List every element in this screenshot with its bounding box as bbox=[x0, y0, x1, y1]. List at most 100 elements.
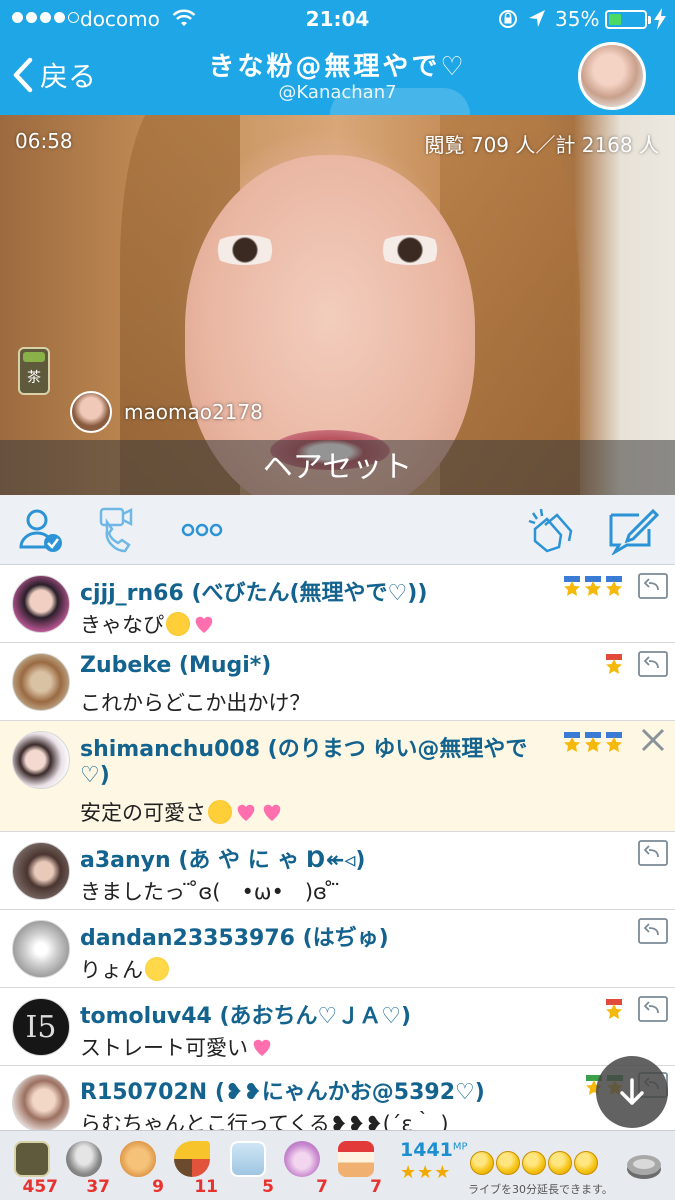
arrow-down-icon bbox=[620, 1078, 644, 1105]
tea-icon[interactable]: 茶 bbox=[18, 347, 50, 395]
more-button[interactable] bbox=[174, 503, 230, 557]
commenter-avatar[interactable] bbox=[12, 842, 70, 900]
penguin-icon bbox=[230, 1141, 266, 1177]
battery-percent: 35% bbox=[555, 7, 600, 31]
extend-coins[interactable] bbox=[470, 1151, 598, 1175]
commenter-avatar[interactable] bbox=[12, 920, 70, 978]
badge-star-icon bbox=[606, 999, 622, 1019]
cake-icon bbox=[338, 1141, 374, 1177]
reply-icon[interactable] bbox=[638, 840, 668, 866]
action-bar bbox=[0, 495, 675, 565]
commenter-name-line2: ♡) bbox=[80, 763, 110, 788]
reply-icon[interactable] bbox=[638, 918, 668, 944]
back-label: 戻る bbox=[40, 60, 97, 93]
clap-gift-icon bbox=[120, 1141, 156, 1177]
badge-star-icon bbox=[585, 732, 601, 752]
broadcaster-name: きな粉@無理やで♡ bbox=[208, 52, 467, 82]
applause-button[interactable] bbox=[524, 503, 580, 557]
gift-coin-stack[interactable]: 37 bbox=[58, 1137, 110, 1197]
comment-row[interactable]: cjjj_rn66 (べびたん(無理やで♡)) きゃなぴ bbox=[0, 565, 675, 643]
status-bar: docomo 21:04 35% bbox=[0, 0, 675, 38]
gift-penguin[interactable]: 5 bbox=[222, 1137, 274, 1197]
live-caption: ヘアセット bbox=[0, 440, 675, 495]
coin-icon bbox=[496, 1151, 520, 1175]
chevron-left-icon bbox=[13, 57, 33, 93]
tea-icon bbox=[14, 1141, 50, 1177]
scroll-to-latest-button[interactable] bbox=[596, 1056, 668, 1128]
commenter-name: R150702N (❥❥にゃんかお@5392♡) bbox=[80, 1080, 485, 1105]
gift-cake[interactable]: 7 bbox=[330, 1137, 382, 1197]
comment-row-highlighted[interactable]: shimanchu008 (のりまつ ゆい@無理やで ♡) 安定の可愛さ bbox=[0, 721, 675, 832]
reply-icon[interactable] bbox=[638, 573, 668, 599]
comment-list[interactable]: cjjj_rn66 (べびたん(無理やで♡)) きゃなぴ Zubeke (Mug… bbox=[0, 565, 675, 1130]
comment-text: これからどこか出かけ？ bbox=[80, 691, 311, 715]
collab-call-button[interactable] bbox=[94, 503, 150, 557]
heart-emoji bbox=[263, 804, 281, 821]
commenter-avatar[interactable] bbox=[12, 1074, 70, 1130]
comment-row[interactable]: dandan23353976 (はぢゅ) りょん bbox=[0, 910, 675, 988]
rank-badges bbox=[604, 998, 624, 1020]
commenter-name: dandan23353976 (はぢゅ) bbox=[80, 926, 389, 951]
heart-emoji bbox=[195, 616, 213, 633]
extend-live-text: ライブを30分延長できます。 bbox=[468, 1183, 613, 1196]
commenter-name: Zubeke (Mugi*) bbox=[80, 653, 272, 678]
broadcaster-avatar[interactable] bbox=[578, 42, 646, 110]
back-button[interactable]: 戻る bbox=[12, 55, 96, 95]
badge-star-icon bbox=[564, 576, 580, 596]
compose-icon bbox=[609, 508, 659, 555]
video-eye-right bbox=[375, 235, 445, 265]
comment-text: りょん bbox=[80, 954, 169, 984]
compose-comment-button[interactable] bbox=[604, 503, 660, 557]
charging-icon bbox=[654, 8, 666, 30]
comment-message: ストレート可愛い bbox=[80, 1036, 248, 1060]
coin-icon bbox=[574, 1151, 598, 1175]
commenter-name: shimanchu008 (のりまつ ゆい@無理やで bbox=[80, 737, 528, 762]
coin-stack-icon bbox=[66, 1141, 102, 1177]
commenter-avatar[interactable] bbox=[12, 653, 70, 711]
commenter-name: tomoluv44 (あおちん♡ＪＡ♡) bbox=[80, 1004, 412, 1029]
commenter-avatar[interactable] bbox=[12, 731, 70, 789]
commenter-name: cjjj_rn66 (べびたん(無理やで♡)) bbox=[80, 581, 428, 606]
badge-star-icon bbox=[606, 732, 622, 752]
battery-icon bbox=[605, 10, 651, 29]
comment-text: ストレート可愛い bbox=[80, 1032, 274, 1062]
clap-icon bbox=[528, 508, 573, 553]
user-check-icon bbox=[19, 509, 62, 552]
gift-clap[interactable]: 9 bbox=[112, 1137, 164, 1197]
commenter-avatar[interactable] bbox=[12, 575, 70, 633]
rank-badges bbox=[562, 731, 624, 753]
top-bar: docomo 21:04 35% 戻る きな粉@無理やで♡ @Kanachan7 bbox=[0, 0, 675, 115]
comment-message: 安定の可愛さ bbox=[80, 801, 206, 825]
comment-row[interactable]: Zubeke (Mugi*) これからどこか出かけ？ bbox=[0, 643, 675, 721]
close-icon[interactable] bbox=[640, 727, 666, 753]
gift-party-popper[interactable]: 11 bbox=[166, 1137, 218, 1197]
reply-icon[interactable] bbox=[638, 651, 668, 677]
coin-stack-icon[interactable] bbox=[624, 1143, 664, 1189]
viewer-avatar bbox=[70, 391, 112, 433]
gift-count: 7 bbox=[316, 1177, 328, 1197]
reply-icon[interactable] bbox=[638, 996, 668, 1022]
live-video[interactable]: 06:58 閲覧 709 人／計 2168 人 茶 maomao2178 ヘアセ… bbox=[0, 115, 675, 495]
comment-row[interactable]: I5 tomoluv44 (あおちん♡ＪＡ♡) ストレート可愛い bbox=[0, 988, 675, 1066]
coin-icon bbox=[470, 1151, 494, 1175]
rank-badges bbox=[604, 653, 624, 675]
latest-viewer[interactable]: maomao2178 bbox=[70, 391, 263, 433]
badge-star-icon bbox=[606, 576, 622, 596]
bear-icon bbox=[284, 1141, 320, 1177]
gift-bear[interactable]: 7 bbox=[276, 1137, 328, 1197]
badge-star-icon bbox=[585, 576, 601, 596]
broadcaster-handle: @Kanachan7 bbox=[278, 82, 397, 103]
follow-button[interactable] bbox=[14, 503, 70, 557]
expressionless-emoji bbox=[145, 957, 169, 981]
badge-star-icon bbox=[564, 732, 580, 752]
commenter-avatar[interactable]: I5 bbox=[12, 998, 70, 1056]
comment-text: らむちゃんとこ行ってくる❥❥❥(´ε｀ ) bbox=[80, 1112, 449, 1130]
tea-label: 茶 bbox=[27, 370, 41, 386]
gift-tea[interactable]: 457 bbox=[6, 1137, 58, 1197]
comment-row[interactable]: a3anyn (あ や に ゃ Ɒ↞◃) きましたっ ̈ ̊ɞ( •ω• )ɞ … bbox=[0, 832, 675, 910]
comment-row[interactable]: R150702N (❥❥にゃんかお@5392♡) らむちゃんとこ行ってくる❥❥❥… bbox=[0, 1066, 675, 1130]
coin-icon bbox=[522, 1151, 546, 1175]
gift-count: 9 bbox=[152, 1177, 164, 1197]
comment-message: きゃなぴ bbox=[80, 613, 164, 637]
viewer-count: 閲覧 709 人／計 2168 人 bbox=[424, 133, 659, 157]
